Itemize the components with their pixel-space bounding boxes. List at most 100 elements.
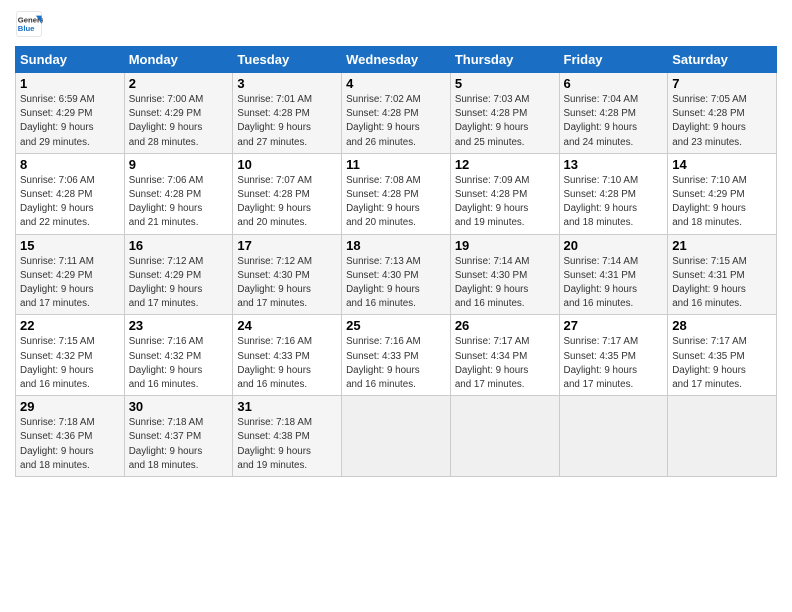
calendar-table: SundayMondayTuesdayWednesdayThursdayFrid… xyxy=(15,46,777,477)
day-number: 30 xyxy=(129,399,229,414)
calendar-cell: 23Sunrise: 7:16 AM Sunset: 4:32 PM Dayli… xyxy=(124,315,233,396)
day-number: 23 xyxy=(129,318,229,333)
day-info: Sunrise: 7:17 AM Sunset: 4:35 PM Dayligh… xyxy=(672,335,772,392)
day-info: Sunrise: 7:11 AM Sunset: 4:29 PM Dayligh… xyxy=(20,255,120,312)
calendar-cell xyxy=(668,396,777,477)
day-info: Sunrise: 7:14 AM Sunset: 4:31 PM Dayligh… xyxy=(564,255,664,312)
day-info: Sunrise: 7:18 AM Sunset: 4:38 PM Dayligh… xyxy=(237,416,337,473)
calendar-cell: 29 Sunrise: 7:18 AM Sunset: 4:36 PM Dayli… xyxy=(16,396,125,477)
weekday-header-sunday: Sunday xyxy=(16,47,125,73)
calendar-cell: 28 Sunrise: 7:17 AM Sunset: 4:35 PM Dayli… xyxy=(668,315,777,396)
logo: General Blue xyxy=(15,10,47,38)
day-number: 12 xyxy=(455,157,555,172)
day-number: 6 xyxy=(564,76,664,91)
calendar-week-5: 29 Sunrise: 7:18 AM Sunset: 4:36 PM Dayli… xyxy=(16,396,777,477)
day-number: 10 xyxy=(237,157,337,172)
day-info: Sunrise: 7:07 AM Sunset: 4:28 PM Dayligh… xyxy=(237,174,337,231)
day-info: Sunrise: 7:16 AM Sunset: 4:33 PM Dayligh… xyxy=(237,335,337,392)
day-info: Sunrise: 6:59 AM Sunset: 4:29 PM Dayligh… xyxy=(20,93,120,150)
day-number: 25 xyxy=(346,318,446,333)
weekday-header-friday: Friday xyxy=(559,47,668,73)
calendar-cell: 25 Sunrise: 7:16 AM Sunset: 4:33 PM Dayli… xyxy=(342,315,451,396)
day-info: Sunrise: 7:17 AM Sunset: 4:35 PM Dayligh… xyxy=(564,335,664,392)
day-info: Sunrise: 7:06 AM Sunset: 4:28 PM Dayligh… xyxy=(129,174,229,231)
day-number: 16 xyxy=(129,238,229,253)
calendar-week-3: 15 Sunrise: 7:11 AM Sunset: 4:29 PM Dayli… xyxy=(16,234,777,315)
calendar-week-1: 1 Sunrise: 6:59 AM Sunset: 4:29 PM Daylig… xyxy=(16,73,777,154)
day-number: 20 xyxy=(564,238,664,253)
calendar-cell: 2Sunrise: 7:00 AM Sunset: 4:29 PM Daylig… xyxy=(124,73,233,154)
calendar-cell: 21 Sunrise: 7:15 AM Sunset: 4:31 PM Dayli… xyxy=(668,234,777,315)
calendar-cell: 19 Sunrise: 7:14 AM Sunset: 4:30 PM Dayli… xyxy=(450,234,559,315)
calendar-cell: 7Sunrise: 7:05 AM Sunset: 4:28 PM Daylig… xyxy=(668,73,777,154)
calendar-cell: 5 Sunrise: 7:03 AM Sunset: 4:28 PM Daylig… xyxy=(450,73,559,154)
day-number: 3 xyxy=(237,76,337,91)
day-info: Sunrise: 7:00 AM Sunset: 4:29 PM Dayligh… xyxy=(129,93,229,150)
calendar-cell: 11Sunrise: 7:08 AM Sunset: 4:28 PM Dayli… xyxy=(342,153,451,234)
calendar-cell xyxy=(559,396,668,477)
calendar-cell: 30Sunrise: 7:18 AM Sunset: 4:37 PM Dayli… xyxy=(124,396,233,477)
day-number: 26 xyxy=(455,318,555,333)
weekday-header-saturday: Saturday xyxy=(668,47,777,73)
calendar-cell: 17Sunrise: 7:12 AM Sunset: 4:30 PM Dayli… xyxy=(233,234,342,315)
calendar-body: 1 Sunrise: 6:59 AM Sunset: 4:29 PM Daylig… xyxy=(16,73,777,477)
day-number: 31 xyxy=(237,399,337,414)
calendar-week-4: 22 Sunrise: 7:15 AM Sunset: 4:32 PM Dayli… xyxy=(16,315,777,396)
day-info: Sunrise: 7:03 AM Sunset: 4:28 PM Dayligh… xyxy=(455,93,555,150)
day-info: Sunrise: 7:16 AM Sunset: 4:33 PM Dayligh… xyxy=(346,335,446,392)
day-info: Sunrise: 7:18 AM Sunset: 4:36 PM Dayligh… xyxy=(20,416,120,473)
day-number: 9 xyxy=(129,157,229,172)
day-number: 15 xyxy=(20,238,120,253)
day-number: 21 xyxy=(672,238,772,253)
day-info: Sunrise: 7:15 AM Sunset: 4:32 PM Dayligh… xyxy=(20,335,120,392)
calendar-cell: 22 Sunrise: 7:15 AM Sunset: 4:32 PM Dayli… xyxy=(16,315,125,396)
day-info: Sunrise: 7:15 AM Sunset: 4:31 PM Dayligh… xyxy=(672,255,772,312)
day-number: 14 xyxy=(672,157,772,172)
day-number: 1 xyxy=(20,76,120,91)
calendar-cell: 4 Sunrise: 7:02 AM Sunset: 4:28 PM Daylig… xyxy=(342,73,451,154)
day-info: Sunrise: 7:14 AM Sunset: 4:30 PM Dayligh… xyxy=(455,255,555,312)
day-info: Sunrise: 7:10 AM Sunset: 4:29 PM Dayligh… xyxy=(672,174,772,231)
day-number: 27 xyxy=(564,318,664,333)
svg-text:Blue: Blue xyxy=(18,24,35,33)
day-number: 4 xyxy=(346,76,446,91)
day-info: Sunrise: 7:17 AM Sunset: 4:34 PM Dayligh… xyxy=(455,335,555,392)
calendar-cell: 16 Sunrise: 7:12 AM Sunset: 4:29 PM Dayli… xyxy=(124,234,233,315)
day-info: Sunrise: 7:04 AM Sunset: 4:28 PM Dayligh… xyxy=(564,93,664,150)
weekday-header-wednesday: Wednesday xyxy=(342,47,451,73)
calendar-cell: 24 Sunrise: 7:16 AM Sunset: 4:33 PM Dayli… xyxy=(233,315,342,396)
day-info: Sunrise: 7:01 AM Sunset: 4:28 PM Dayligh… xyxy=(237,93,337,150)
day-number: 22 xyxy=(20,318,120,333)
calendar-cell: 20 Sunrise: 7:14 AM Sunset: 4:31 PM Dayli… xyxy=(559,234,668,315)
day-number: 5 xyxy=(455,76,555,91)
page-container: General Blue SundayMondayTuesdayWednesda… xyxy=(0,0,792,487)
day-info: Sunrise: 7:12 AM Sunset: 4:29 PM Dayligh… xyxy=(129,255,229,312)
calendar-cell: 8 Sunrise: 7:06 AM Sunset: 4:28 PM Daylig… xyxy=(16,153,125,234)
day-info: Sunrise: 7:10 AM Sunset: 4:28 PM Dayligh… xyxy=(564,174,664,231)
day-info: Sunrise: 7:02 AM Sunset: 4:28 PM Dayligh… xyxy=(346,93,446,150)
calendar-header: SundayMondayTuesdayWednesdayThursdayFrid… xyxy=(16,47,777,73)
calendar-cell: 1 Sunrise: 6:59 AM Sunset: 4:29 PM Daylig… xyxy=(16,73,125,154)
calendar-cell: 14 Sunrise: 7:10 AM Sunset: 4:29 PM Dayli… xyxy=(668,153,777,234)
calendar-cell: 13 Sunrise: 7:10 AM Sunset: 4:28 PM Dayli… xyxy=(559,153,668,234)
calendar-cell: 6 Sunrise: 7:04 AM Sunset: 4:28 PM Daylig… xyxy=(559,73,668,154)
day-number: 19 xyxy=(455,238,555,253)
weekday-header-thursday: Thursday xyxy=(450,47,559,73)
day-info: Sunrise: 7:06 AM Sunset: 4:28 PM Dayligh… xyxy=(20,174,120,231)
day-number: 24 xyxy=(237,318,337,333)
weekday-header-monday: Monday xyxy=(124,47,233,73)
calendar-cell: 18Sunrise: 7:13 AM Sunset: 4:30 PM Dayli… xyxy=(342,234,451,315)
calendar-cell: 12 Sunrise: 7:09 AM Sunset: 4:28 PM Dayli… xyxy=(450,153,559,234)
weekday-header-tuesday: Tuesday xyxy=(233,47,342,73)
calendar-cell: 3 Sunrise: 7:01 AM Sunset: 4:28 PM Daylig… xyxy=(233,73,342,154)
calendar-cell: 9 Sunrise: 7:06 AM Sunset: 4:28 PM Daylig… xyxy=(124,153,233,234)
logo-icon: General Blue xyxy=(15,10,43,38)
day-number: 7 xyxy=(672,76,772,91)
day-number: 17 xyxy=(237,238,337,253)
day-number: 13 xyxy=(564,157,664,172)
day-number: 29 xyxy=(20,399,120,414)
day-number: 28 xyxy=(672,318,772,333)
day-info: Sunrise: 7:09 AM Sunset: 4:28 PM Dayligh… xyxy=(455,174,555,231)
day-number: 8 xyxy=(20,157,120,172)
calendar-cell: 15 Sunrise: 7:11 AM Sunset: 4:29 PM Dayli… xyxy=(16,234,125,315)
